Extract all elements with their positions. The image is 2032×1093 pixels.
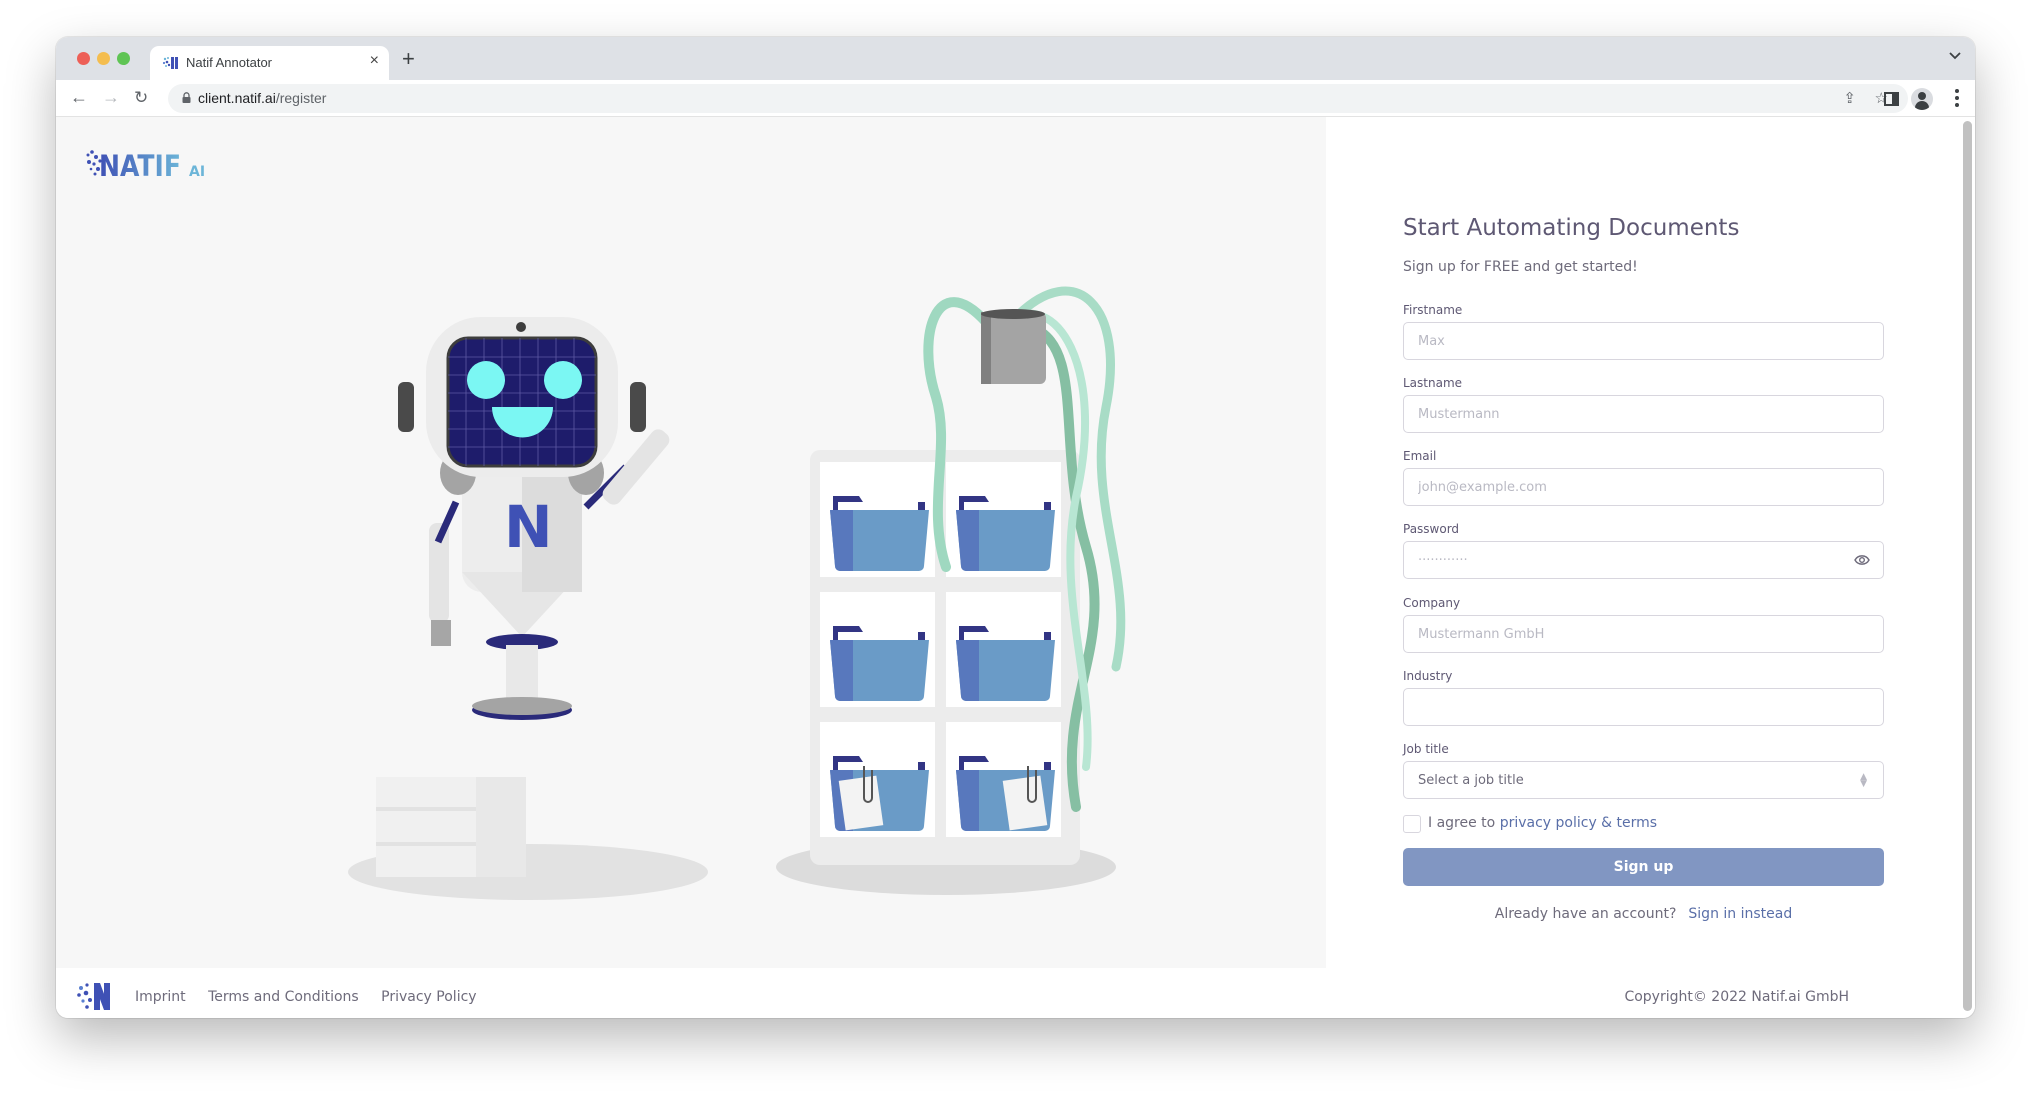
- page-subtitle: Sign up for FREE and get started!: [1403, 259, 1638, 275]
- tab-search-chevron-icon[interactable]: [1949, 49, 1961, 63]
- svg-text:N: N: [504, 493, 553, 561]
- lock-icon: [182, 92, 191, 103]
- address-bar[interactable]: client.natif.ai/register ⇪ ☆: [168, 84, 1908, 113]
- browser-window: Natif Annotator × + ← → ↻ client.natif.a…: [56, 37, 1975, 1018]
- svg-text:AI: AI: [189, 164, 205, 180]
- folder-icon: [830, 496, 929, 571]
- firstname-label: Firstname: [1403, 303, 1463, 317]
- lastname-label: Lastname: [1403, 376, 1463, 390]
- company-input[interactable]: [1403, 615, 1884, 653]
- maximize-window-button[interactable]: [117, 52, 130, 65]
- paper-stack-icon: [376, 777, 526, 877]
- sign-in-prompt: Already have an account?: [1494, 906, 1677, 922]
- job-title-selected: Select a job title: [1418, 772, 1524, 788]
- side-panel-icon[interactable]: [1884, 92, 1899, 106]
- more-menu-icon[interactable]: [1955, 89, 1959, 107]
- forward-button[interactable]: →: [102, 87, 120, 108]
- tab-bar: Natif Annotator × +: [56, 37, 1975, 80]
- email-input[interactable]: [1403, 468, 1884, 506]
- sign-up-button[interactable]: Sign up: [1403, 848, 1884, 886]
- agree-prefix: I agree to: [1428, 815, 1500, 831]
- folder-icon: [830, 626, 929, 701]
- select-arrows-icon: ▲ ▼: [1860, 772, 1867, 789]
- copyright-text: Copyright© 2022 Natif.ai GmbH: [1624, 989, 1849, 1005]
- profile-avatar-icon[interactable]: [1911, 88, 1933, 110]
- folder-icon: [956, 626, 1055, 701]
- share-icon[interactable]: ⇪: [1843, 89, 1856, 107]
- agree-checkbox[interactable]: [1403, 815, 1421, 833]
- natif-favicon-icon: [162, 57, 178, 69]
- illustration-panel: NATIF AI N: [56, 117, 1326, 968]
- back-button[interactable]: ←: [70, 87, 88, 108]
- tab-close-icon[interactable]: ×: [370, 52, 379, 70]
- password-label: Password: [1403, 522, 1460, 536]
- firstname-input[interactable]: [1403, 322, 1884, 360]
- footer: Imprint Terms and Conditions Privacy Pol…: [56, 968, 1956, 1018]
- password-input[interactable]: [1403, 541, 1884, 579]
- close-window-button[interactable]: [77, 52, 90, 65]
- eye-icon[interactable]: [1854, 553, 1870, 567]
- page-content: NATIF AI N Start Automating Documents Si…: [56, 117, 1975, 1018]
- reload-button[interactable]: ↻: [134, 88, 148, 108]
- browser-tab[interactable]: Natif Annotator ×: [150, 46, 389, 80]
- natif-footer-logo-icon[interactable]: [76, 980, 112, 1012]
- page-title: Start Automating Documents: [1403, 215, 1740, 241]
- industry-label: Industry: [1403, 669, 1453, 683]
- url-host: client.natif.ai: [198, 90, 276, 106]
- agree-label: I agree to privacy policy & terms: [1428, 815, 1657, 831]
- tab-title: Natif Annotator: [186, 55, 272, 70]
- sign-in-row: Already have an account? Sign in instead: [1403, 906, 1884, 922]
- privacy-policy-link[interactable]: Privacy Policy: [381, 989, 476, 1005]
- terms-link[interactable]: Terms and Conditions: [208, 989, 359, 1005]
- robot: N: [398, 317, 670, 720]
- sign-in-link[interactable]: Sign in instead: [1688, 906, 1792, 922]
- folder-icon: [956, 756, 1055, 831]
- folder-icon: [830, 756, 929, 831]
- password-field: [1403, 541, 1884, 579]
- url-path: /register: [275, 90, 327, 106]
- scrollbar-thumb[interactable]: [1963, 121, 1972, 1011]
- natif-logo[interactable]: NATIF AI: [84, 145, 214, 181]
- folder-icon: [956, 496, 1055, 571]
- browser-toolbar: ← → ↻ client.natif.ai/register ⇪ ☆: [56, 80, 1975, 117]
- job-title-select[interactable]: Select a job title ▲ ▼: [1403, 761, 1884, 799]
- company-label: Company: [1403, 596, 1461, 610]
- email-label: Email: [1403, 449, 1437, 463]
- industry-input[interactable]: [1403, 688, 1884, 726]
- svg-text:NATIF: NATIF: [99, 149, 181, 181]
- privacy-terms-link[interactable]: privacy policy & terms: [1500, 815, 1657, 831]
- minimize-window-button[interactable]: [97, 52, 110, 65]
- robot-filing-cabinet-illustration: N: [348, 286, 1126, 900]
- page-scrollbar[interactable]: [1962, 121, 1973, 1017]
- imprint-link[interactable]: Imprint: [135, 989, 186, 1005]
- url-text[interactable]: client.natif.ai/register: [198, 90, 326, 106]
- job-title-label: Job title: [1403, 742, 1449, 756]
- lastname-input[interactable]: [1403, 395, 1884, 433]
- footer-links: Imprint Terms and Conditions Privacy Pol…: [135, 989, 495, 1005]
- new-tab-button[interactable]: +: [402, 46, 415, 72]
